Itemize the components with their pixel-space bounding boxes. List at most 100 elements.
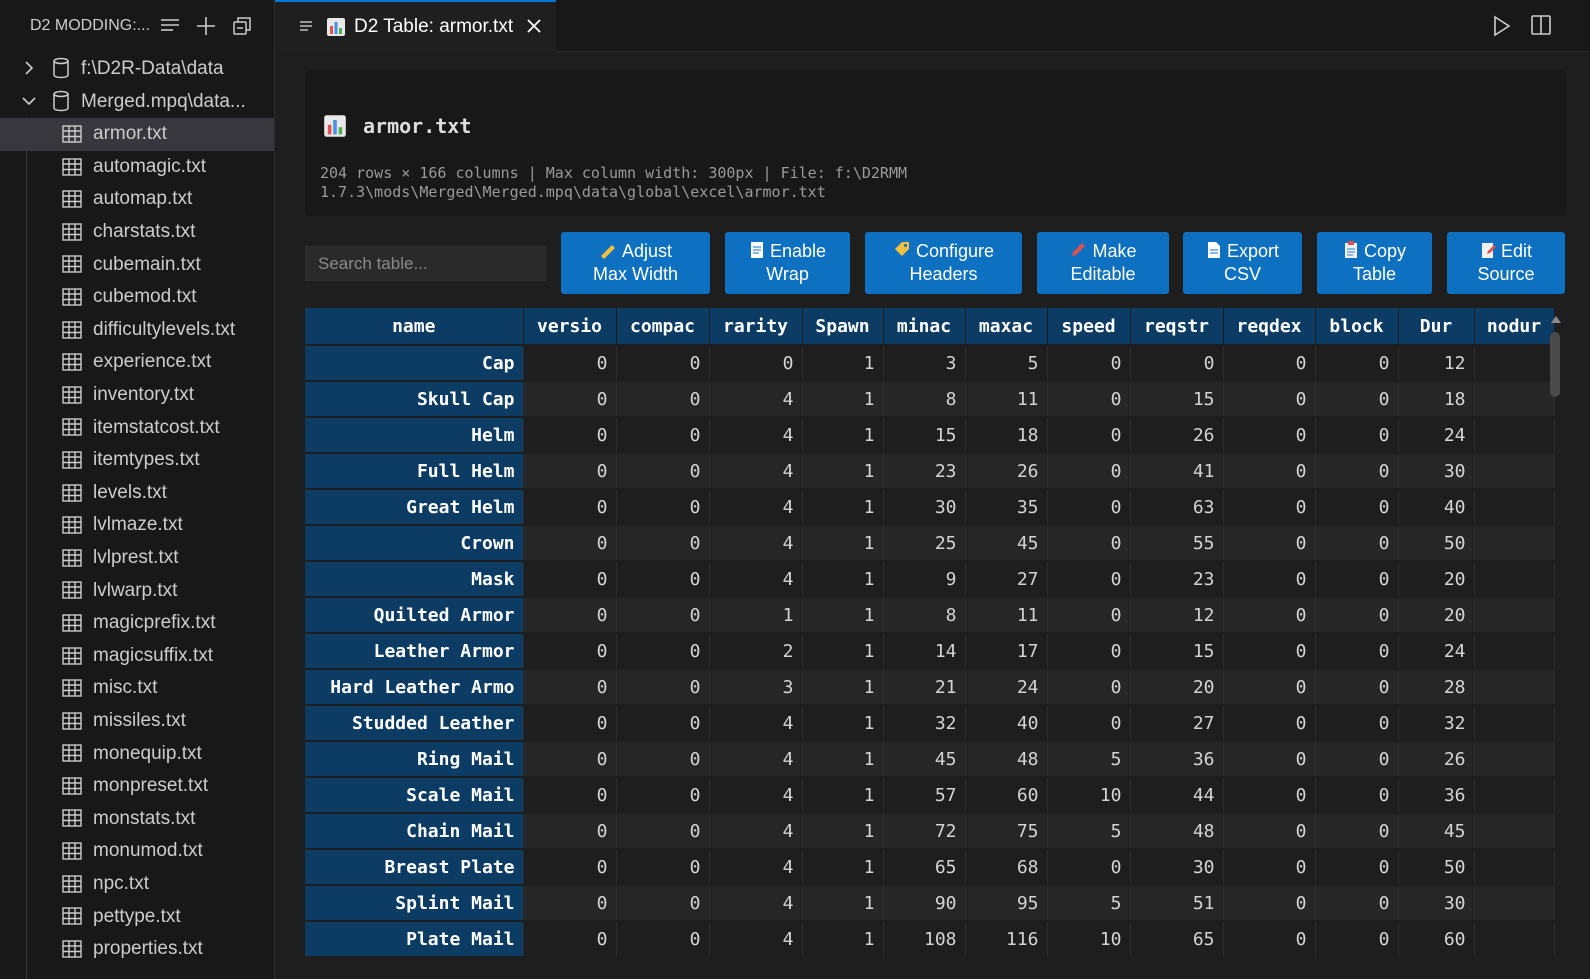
row-name-cell[interactable]: Mask bbox=[305, 561, 524, 598]
table-cell[interactable]: 0 bbox=[1223, 561, 1316, 598]
row-name-cell[interactable]: Leather Armor bbox=[305, 633, 524, 670]
edit-source-button[interactable]: Edit Source bbox=[1447, 232, 1565, 294]
file-item[interactable]: monumod.txt bbox=[0, 835, 274, 868]
table-cell[interactable]: 4 bbox=[709, 777, 803, 814]
table-cell[interactable]: 0 bbox=[1315, 885, 1399, 922]
table-cell[interactable]: 0 bbox=[1315, 561, 1399, 598]
table-cell[interactable]: 0 bbox=[523, 417, 617, 454]
table-cell[interactable]: 0 bbox=[1223, 741, 1316, 778]
table-cell[interactable]: 0 bbox=[523, 345, 617, 382]
file-item[interactable]: magicsuffix.txt bbox=[0, 640, 274, 673]
table-cell[interactable]: 1 bbox=[802, 813, 884, 850]
table-cell[interactable]: 0 bbox=[1223, 345, 1316, 382]
table-cell[interactable]: 0 bbox=[523, 381, 617, 418]
table-cell[interactable]: 0 bbox=[1223, 597, 1316, 634]
table-cell[interactable]: 0 bbox=[523, 489, 617, 526]
table-cell[interactable]: 24 bbox=[1398, 633, 1475, 670]
table-cell[interactable]: 8 bbox=[883, 381, 966, 418]
table-cell[interactable]: 15 bbox=[883, 417, 966, 454]
table-cell[interactable]: 4 bbox=[709, 885, 803, 922]
table-cell[interactable]: 0 bbox=[523, 705, 617, 742]
table-cell[interactable]: 44 bbox=[1130, 777, 1224, 814]
table-cell[interactable]: 0 bbox=[616, 885, 710, 922]
table-cell[interactable]: 0 bbox=[523, 561, 617, 598]
table-cell[interactable]: 0 bbox=[616, 777, 710, 814]
column-header[interactable]: minac bbox=[883, 308, 966, 346]
table-cell[interactable] bbox=[1474, 453, 1555, 490]
table-cell[interactable]: 11 bbox=[965, 381, 1048, 418]
table-cell[interactable]: 30 bbox=[1130, 849, 1224, 886]
table-cell[interactable]: 40 bbox=[1398, 489, 1475, 526]
table-cell[interactable]: 10 bbox=[1047, 921, 1131, 958]
table-cell[interactable]: 1 bbox=[802, 381, 884, 418]
table-cell[interactable]: 95 bbox=[965, 885, 1048, 922]
table-cell[interactable]: 0 bbox=[1223, 633, 1316, 670]
table-cell[interactable]: 0 bbox=[1223, 849, 1316, 886]
table-cell[interactable]: 0 bbox=[1315, 525, 1399, 562]
table-cell[interactable]: 1 bbox=[802, 597, 884, 634]
table-cell[interactable]: 0 bbox=[616, 381, 710, 418]
table-cell[interactable]: 4 bbox=[709, 741, 803, 778]
table-cell[interactable]: 3 bbox=[883, 345, 966, 382]
table-cell[interactable]: 4 bbox=[709, 813, 803, 850]
table-cell[interactable]: 1 bbox=[802, 705, 884, 742]
table-cell[interactable]: 24 bbox=[1398, 417, 1475, 454]
table-cell[interactable]: 0 bbox=[523, 849, 617, 886]
search-table-input[interactable] bbox=[305, 246, 546, 281]
table-cell[interactable]: 0 bbox=[1223, 885, 1316, 922]
table-cell[interactable]: 20 bbox=[1398, 597, 1475, 634]
configure-headers-button[interactable]: Configure Headers bbox=[865, 232, 1022, 294]
table-cell[interactable]: 0 bbox=[616, 705, 710, 742]
row-name-cell[interactable]: Splint Mail bbox=[305, 885, 524, 922]
column-header[interactable]: nodur bbox=[1474, 308, 1555, 346]
table-cell[interactable]: 65 bbox=[883, 849, 966, 886]
table-cell[interactable]: 9 bbox=[883, 561, 966, 598]
table-cell[interactable]: 32 bbox=[1398, 705, 1475, 742]
table-cell[interactable]: 45 bbox=[883, 741, 966, 778]
table-cell[interactable]: 0 bbox=[616, 741, 710, 778]
table-cell[interactable]: 4 bbox=[709, 921, 803, 958]
table-cell[interactable]: 0 bbox=[1315, 669, 1399, 706]
table-cell[interactable]: 48 bbox=[965, 741, 1048, 778]
table-cell[interactable] bbox=[1474, 381, 1555, 418]
table-cell[interactable]: 63 bbox=[1130, 489, 1224, 526]
table-cell[interactable]: 5 bbox=[1047, 813, 1131, 850]
scroll-up-icon[interactable] bbox=[1551, 316, 1561, 323]
table-cell[interactable]: 45 bbox=[965, 525, 1048, 562]
file-item[interactable]: automagic.txt bbox=[0, 151, 274, 184]
table-cell[interactable]: 0 bbox=[616, 489, 710, 526]
table-cell[interactable]: 0 bbox=[1315, 777, 1399, 814]
row-name-cell[interactable]: Scale Mail bbox=[305, 777, 524, 814]
table-cell[interactable]: 0 bbox=[1223, 417, 1316, 454]
table-cell[interactable]: 0 bbox=[1315, 489, 1399, 526]
table-cell[interactable]: 60 bbox=[1398, 921, 1475, 958]
table-cell[interactable] bbox=[1474, 345, 1555, 382]
table-cell[interactable]: 0 bbox=[1047, 597, 1131, 634]
table-cell[interactable]: 1 bbox=[802, 561, 884, 598]
table-cell[interactable]: 0 bbox=[1223, 705, 1316, 742]
table-cell[interactable]: 0 bbox=[1315, 633, 1399, 670]
file-item[interactable]: armor.txt bbox=[0, 118, 274, 151]
file-item[interactable]: itemtypes.txt bbox=[0, 444, 274, 477]
table-cell[interactable]: 0 bbox=[523, 921, 617, 958]
table-cell[interactable] bbox=[1474, 525, 1555, 562]
tree-root-merged-mpq[interactable]: Merged.mpq\data... bbox=[0, 85, 274, 118]
file-item[interactable]: inventory.txt bbox=[0, 379, 274, 412]
table-cell[interactable]: 10 bbox=[1047, 777, 1131, 814]
list-icon[interactable] bbox=[158, 14, 182, 38]
table-cell[interactable] bbox=[1474, 813, 1555, 850]
table-cell[interactable]: 27 bbox=[965, 561, 1048, 598]
table-cell[interactable] bbox=[1474, 597, 1555, 634]
table-cell[interactable]: 0 bbox=[616, 813, 710, 850]
row-name-cell[interactable]: Cap bbox=[305, 345, 524, 382]
enable-wrap-button[interactable]: Enable Wrap bbox=[725, 232, 850, 294]
column-header[interactable]: name bbox=[305, 308, 524, 346]
row-name-cell[interactable]: Plate Mail bbox=[305, 921, 524, 958]
column-header[interactable]: reqstr bbox=[1130, 308, 1224, 346]
table-cell[interactable]: 0 bbox=[523, 633, 617, 670]
table-cell[interactable]: 0 bbox=[1047, 417, 1131, 454]
table-cell[interactable]: 0 bbox=[1315, 705, 1399, 742]
table-cell[interactable]: 1 bbox=[802, 921, 884, 958]
file-item[interactable]: difficultylevels.txt bbox=[0, 314, 274, 347]
table-cell[interactable]: 0 bbox=[523, 813, 617, 850]
